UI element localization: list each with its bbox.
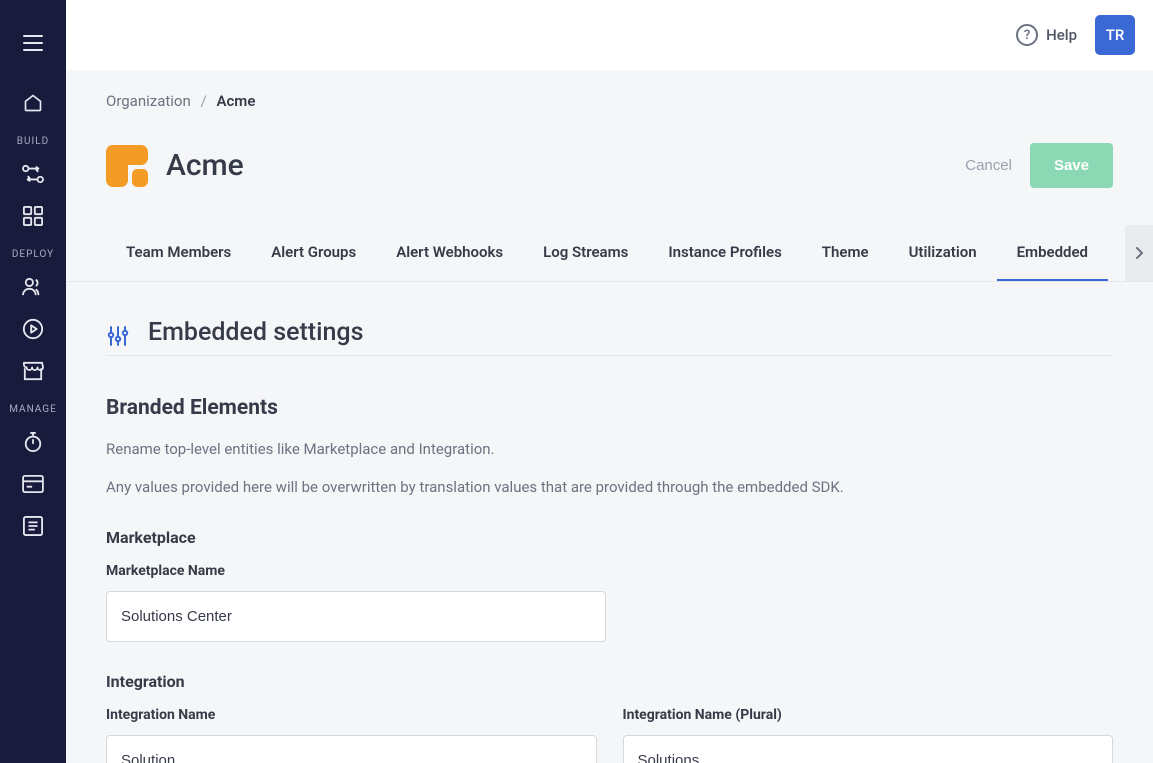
flow-icon bbox=[22, 164, 44, 184]
chevron-right-icon bbox=[1135, 247, 1143, 259]
marketplace-name-label: Marketplace Name bbox=[106, 563, 1113, 579]
sliders-icon bbox=[106, 324, 130, 348]
grid-icon bbox=[23, 206, 43, 226]
list-icon bbox=[23, 516, 43, 536]
tab-alert-groups[interactable]: Alert Groups bbox=[251, 225, 376, 281]
help-label: Help bbox=[1046, 26, 1077, 44]
branded-elements-title: Branded Elements bbox=[106, 396, 1113, 420]
content: Organization / Acme Acme Cancel Save Tea… bbox=[66, 70, 1153, 763]
sidebar-item-instances[interactable] bbox=[0, 308, 66, 350]
home-icon bbox=[23, 93, 43, 113]
tab-theme[interactable]: Theme bbox=[802, 225, 889, 281]
branded-elements-desc2: Any values provided here will be overwri… bbox=[106, 476, 1113, 499]
sidebar-item-executions[interactable] bbox=[0, 421, 66, 463]
card-icon bbox=[22, 475, 44, 493]
sidebar-section-deploy: DEPLOY bbox=[0, 249, 66, 260]
branded-elements-desc1: Rename top-level entities like Marketpla… bbox=[106, 438, 1113, 461]
integration-name-input[interactable] bbox=[106, 735, 597, 763]
integration-subheading: Integration bbox=[106, 672, 1113, 691]
title-row: Acme Cancel Save bbox=[106, 128, 1113, 203]
tab-utilization[interactable]: Utilization bbox=[889, 225, 997, 281]
users-icon bbox=[22, 277, 44, 297]
menu-toggle[interactable] bbox=[0, 22, 66, 64]
embedded-settings: Embedded settings Branded Elements Renam… bbox=[106, 318, 1113, 763]
tabs-scroll-right[interactable] bbox=[1125, 225, 1153, 281]
tabs: Team MembersAlert GroupsAlert WebhooksLo… bbox=[66, 225, 1153, 282]
avatar-initials: TR bbox=[1106, 26, 1125, 44]
sidebar-item-home[interactable] bbox=[0, 82, 66, 124]
page-title: Acme bbox=[166, 148, 947, 183]
help-button[interactable]: ? Help bbox=[1016, 24, 1077, 46]
storefront-icon bbox=[22, 361, 44, 381]
tab-team-members[interactable]: Team Members bbox=[106, 225, 251, 281]
stopwatch-icon bbox=[23, 431, 43, 453]
tab-instance-profiles[interactable]: Instance Profiles bbox=[648, 225, 801, 281]
breadcrumb-sep: / bbox=[201, 92, 207, 110]
play-circle-icon bbox=[22, 318, 44, 340]
breadcrumb-root[interactable]: Organization bbox=[106, 92, 191, 110]
sidebar-item-marketplace[interactable] bbox=[0, 350, 66, 392]
tab-log-streams[interactable]: Log Streams bbox=[523, 225, 648, 281]
sidebar-item-logs[interactable] bbox=[0, 505, 66, 547]
sidebar: BUILD DEPLOY bbox=[0, 0, 66, 763]
sidebar-section-manage: MANAGE bbox=[0, 404, 66, 415]
org-logo bbox=[106, 145, 148, 187]
cancel-button[interactable]: Cancel bbox=[947, 145, 1030, 186]
marketplace-subheading: Marketplace bbox=[106, 528, 1113, 547]
tab-alert-webhooks[interactable]: Alert Webhooks bbox=[376, 225, 523, 281]
topbar: ? Help TR bbox=[66, 0, 1153, 70]
sidebar-section-build: BUILD bbox=[0, 136, 66, 147]
sidebar-item-components[interactable] bbox=[0, 195, 66, 237]
breadcrumb-current: Acme bbox=[216, 92, 255, 110]
breadcrumb: Organization / Acme bbox=[106, 92, 1113, 110]
tab-embedded[interactable]: Embedded bbox=[997, 225, 1108, 281]
hamburger-icon bbox=[23, 35, 43, 51]
save-button[interactable]: Save bbox=[1030, 143, 1113, 188]
integration-plural-label: Integration Name (Plural) bbox=[623, 707, 1114, 723]
sidebar-item-credentials[interactable] bbox=[0, 463, 66, 505]
settings-title: Embedded settings bbox=[148, 318, 363, 353]
marketplace-name-input[interactable] bbox=[106, 591, 606, 642]
integration-plural-input[interactable] bbox=[623, 735, 1114, 763]
sidebar-item-integrations[interactable] bbox=[0, 153, 66, 195]
help-icon: ? bbox=[1016, 24, 1038, 46]
sidebar-item-customers[interactable] bbox=[0, 266, 66, 308]
avatar[interactable]: TR bbox=[1095, 15, 1135, 55]
integration-name-label: Integration Name bbox=[106, 707, 597, 723]
